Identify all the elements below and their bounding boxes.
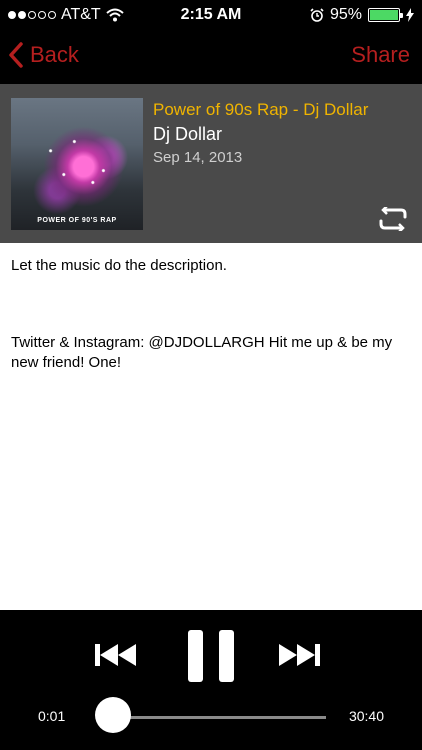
navigation-bar: Back Share: [0, 32, 422, 84]
share-button[interactable]: Share: [351, 42, 410, 68]
back-button[interactable]: Back: [8, 42, 79, 68]
back-label: Back: [30, 42, 79, 67]
alarm-clock-icon: [310, 8, 324, 22]
elapsed-time: 0:01: [38, 708, 66, 724]
battery-percent: 95%: [329, 6, 362, 23]
repeat-icon[interactable]: [378, 207, 408, 231]
episode-description: Let the music do the description. Twitte…: [11, 256, 413, 373]
artwork-caption: POWER OF 90'S RAP: [37, 217, 117, 224]
charging-bolt-icon: [406, 8, 414, 22]
episode-title: Power of 90s Rap - Dj Dollar: [153, 100, 369, 119]
episode-header: POWER OF 90'S RAP Power of 90s Rap - Dj …: [0, 84, 422, 243]
progress-slider-knob[interactable]: [95, 697, 131, 733]
description-paragraph: Let the music do the description.: [11, 257, 227, 274]
status-right: 95%: [310, 6, 414, 24]
battery-icon: [368, 8, 403, 22]
player-controls: 0:01 30:40: [0, 610, 422, 750]
episode-date: Sep 14, 2013: [153, 149, 243, 166]
album-artwork: POWER OF 90'S RAP: [11, 98, 143, 230]
pause-icon[interactable]: [186, 630, 236, 682]
chevron-left-icon: [9, 42, 23, 68]
episode-artist: Dj Dollar: [153, 124, 223, 144]
total-duration: 30:40: [348, 708, 384, 724]
next-track-icon[interactable]: [279, 644, 325, 666]
previous-track-icon[interactable]: [95, 644, 141, 666]
progress-track[interactable]: [112, 716, 326, 719]
description-paragraph: Twitter & Instagram: @DJDOLLARGH Hit me …: [11, 334, 393, 371]
status-bar: AT&T 2:15 AM 95%: [0, 0, 422, 32]
